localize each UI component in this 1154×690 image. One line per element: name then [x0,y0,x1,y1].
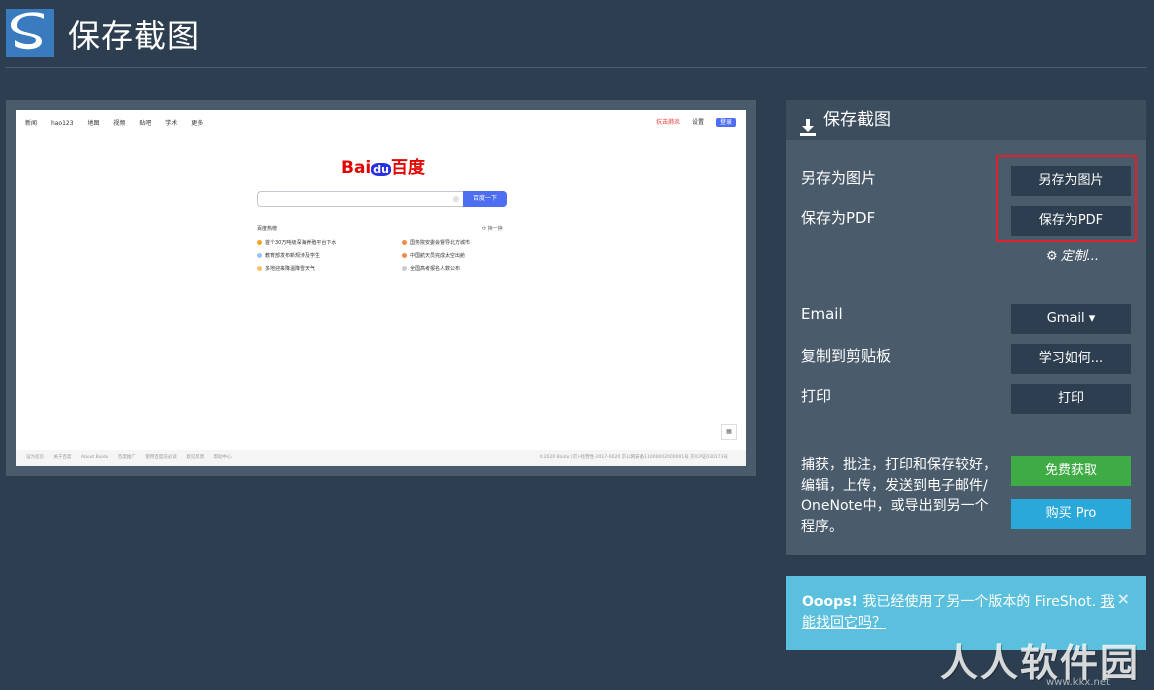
watermark-text: 人人软件园 [940,641,1141,685]
preview-hot-item: 国务院安委会督导北方城市 [402,239,470,246]
buy-pro-button[interactable]: 购买 Pro [1011,499,1131,529]
save-pdf-label: 保存为PDF [801,209,876,227]
preview-hot-item: 多地迎来降温降雪天气 [257,265,315,272]
panel-header: 保存截图 [786,100,1146,140]
preview-login: 登录 [715,118,736,127]
download-icon [800,111,816,151]
preview-page: 新闻 hao123 地图 视频 贴吧 学术 更多 抗击肺炎 设置 登录 Bai d… [16,110,746,466]
alert-strong: Ooops! [802,594,858,610]
print-button[interactable]: 打印 [1011,384,1131,414]
preview-refresh-label: 换一换 [487,226,503,232]
preview-nav-item: hao123 [50,120,74,127]
preview-nav-item: 地图 [87,120,100,127]
learn-how-button[interactable]: 学习如何... [1011,344,1131,374]
preview-nav-item: 贴吧 [139,120,152,127]
preview-refresh: ⟳ 换一换 [482,226,503,232]
preview-nav: 新闻 hao123 地图 视频 贴吧 学术 更多 [25,118,215,127]
panel-header-label: 保存截图 [823,110,891,130]
email-label: Email [801,305,843,323]
preview-search-input: ◎ [257,191,463,207]
save-image-button[interactable]: 另存为图片 [1011,166,1131,196]
preview-footer: 设为首页 关于百度 About Baidu 百度推广 使用百度前必读 意见反馈 … [16,450,746,466]
preview-footer-link: 帮助中心 [213,455,232,460]
preview-hot-item: 教育部发布新规涉及学生 [257,252,320,259]
print-label: 打印 [801,387,832,405]
preview-hot-item: 首个30万吨级深海养殖平台下水 [257,239,336,246]
customize-link[interactable]: ⚙ 定制... [1046,245,1099,264]
app-header: 保存截图 [0,0,1154,69]
preview-logo-text: 百度 [390,158,425,178]
preview-search-button: 百度一下 [463,191,507,207]
preview-nav-item: 更多 [191,120,204,127]
preview-footer-link: 意见反馈 [186,455,205,460]
preview-nav-item: 视频 [113,120,126,127]
preview-footer-link: 关于百度 [53,455,72,460]
preview-logo-text: Bai [341,158,372,178]
preview-footer-copyright: ©2020 Baidu (京)-经营性-2017-0020 京公网安备11000… [539,455,728,460]
save-panel: 保存截图 另存为图片 另存为图片 保存为PDF 保存为PDF ⚙ 定制... Em… [786,100,1146,555]
preview-top-right: 抗击肺炎 设置 登录 [646,117,736,127]
header-divider [6,67,1146,68]
email-dropdown-button[interactable]: Gmail ▾ [1011,304,1131,334]
preview-hot-title: 百度热榜 [257,226,278,232]
fireshot-s-logo-icon [6,9,54,57]
watermark-url: www.kkx.net [1046,677,1110,688]
preview-hot-item: 中国航天员完成太空出舱 [402,252,465,259]
preview-footer-link: 设为首页 [26,455,44,460]
preview-footer-link: 使用百度前必读 [145,455,177,460]
preview-footer-link: 百度推广 [117,455,136,460]
gear-icon: ⚙ [1046,249,1058,264]
preview-footer-link: About Baidu [80,455,109,460]
screenshot-preview: 新闻 hao123 地图 视频 贴吧 学术 更多 抗击肺炎 设置 登录 Bai d… [6,100,756,476]
save-pdf-button[interactable]: 保存为PDF [1011,206,1131,236]
preview-hot-item: 全国高考报名人数公布 [402,265,460,272]
close-icon[interactable]: × [1117,588,1130,609]
preview-search: ◎ 百度一下 [257,191,507,207]
alert-text: 我已经使用了另一个版本的 FireShot. [857,594,1101,610]
qr-code-icon: ▦ [721,424,737,440]
preview-top-link: 抗击肺炎 [656,119,681,126]
preview-nav-item: 学术 [165,120,178,127]
preview-nav-item: 新闻 [25,120,38,127]
preview-top-link: 设置 [692,119,705,126]
preview-baidu-logo: Bai du 百度 [341,153,425,178]
get-free-button[interactable]: 免费获取 [1011,456,1131,486]
customize-label: 定制... [1060,249,1100,264]
pro-description: 捕获，批注，打印和保存较好，编辑，上传，发送到电子邮件/ OneNote中，或导… [801,457,997,535]
camera-icon: ◎ [452,195,459,203]
save-image-label: 另存为图片 [801,169,877,187]
preview-logo-paw: du [371,163,391,176]
page-title: 保存截图 [68,17,201,55]
clipboard-label: 复制到剪贴板 [801,347,892,365]
